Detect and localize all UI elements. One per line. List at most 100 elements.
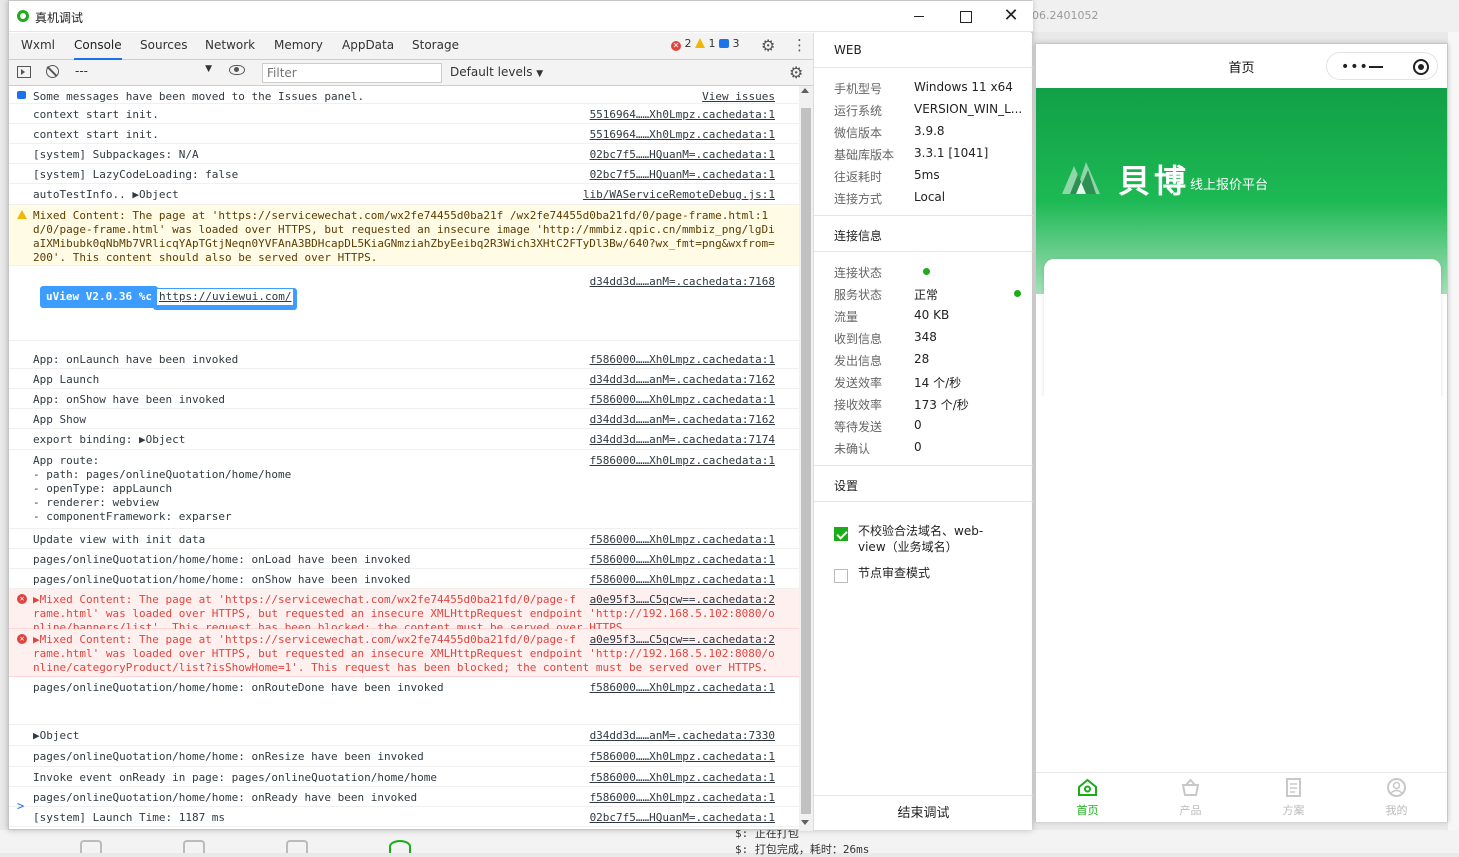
console-source-link[interactable]: f586000……Xh0Lmpz.cachedata:1 xyxy=(590,393,775,406)
console-log-row[interactable]: context start init. 5516964……Xh0Lmpz.cach… xyxy=(9,104,799,124)
console-source-link[interactable]: f586000……Xh0Lmpz.cachedata:1 xyxy=(590,791,775,804)
console-source-link[interactable]: f586000……Xh0Lmpz.cachedata:1 xyxy=(590,573,775,586)
scroll-down-arrow-icon[interactable] xyxy=(801,820,809,825)
node-inspect-checkbox[interactable] xyxy=(834,569,848,583)
console-log-row[interactable]: App Launch d34dd3d……anM=.cachedata:7162 xyxy=(9,369,799,389)
console-log-row[interactable]: autoTestInfo.. ▶Object lib/WAServiceRemot… xyxy=(9,184,799,205)
console-source-link[interactable]: lib/WAServiceRemoteDebug.js:1 xyxy=(583,188,775,201)
console-source-link[interactable]: f586000……Xh0Lmpz.cachedata:1 xyxy=(590,681,775,694)
console-settings-gear-icon[interactable]: ⚙ xyxy=(789,63,803,82)
console-log-row[interactable]: App Show d34dd3d……anM=.cachedata:7162 xyxy=(9,409,799,429)
uview-link-badge[interactable]: https://uviewui.com/ xyxy=(153,288,298,310)
console-log-row[interactable]: [system] Subpackages: N/A 02bc7f5……HQuanM… xyxy=(9,144,799,164)
connection-info-value: 0 xyxy=(914,418,922,432)
console-log-row[interactable]: pages/onlineQuotation/home/home: onResiz… xyxy=(9,746,799,767)
console-log-row[interactable]: pages/onlineQuotation/home/home: onLoad … xyxy=(9,549,799,569)
console-log-row[interactable]: pages/onlineQuotation/home/home: onRoute… xyxy=(9,677,799,725)
issue-counters[interactable]: ✕ 2 1 3 xyxy=(671,37,740,51)
console-message: ▶Object xyxy=(33,729,80,742)
console-log-row[interactable]: pages/onlineQuotation/home/home: onReady… xyxy=(9,787,799,807)
device-info-value: 5ms xyxy=(914,168,940,182)
console-log-row[interactable]: export binding: ▶Object d34dd3d……anM=.cac… xyxy=(9,429,799,450)
scroll-thumb[interactable] xyxy=(801,108,811,814)
console-source-link[interactable]: d34dd3d……anM=.cachedata:7330 xyxy=(590,729,775,742)
log-levels-dropdown[interactable]: Default levels ▼ xyxy=(450,65,543,79)
console-source-link[interactable]: 5516964……Xh0Lmpz.cachedata:1 xyxy=(590,128,775,141)
more-dots-icon[interactable]: ••• xyxy=(1341,59,1369,75)
filter-input[interactable] xyxy=(262,63,442,83)
console-error-row[interactable]: ✕ ▶Mixed Content: The page at 'https://se… xyxy=(9,589,799,634)
tab-sources[interactable]: Sources xyxy=(140,33,187,60)
web-section-title: WEB xyxy=(834,43,862,57)
console-source-link[interactable]: a0e95f3……C5qcw==.cachedata:2 xyxy=(590,633,775,646)
menu-capsule[interactable]: ••• xyxy=(1326,52,1438,80)
console-source-link[interactable]: View issues xyxy=(702,90,775,103)
live-expression-eye-icon[interactable] xyxy=(229,65,245,75)
uview-link[interactable]: https://uviewui.com/ xyxy=(157,289,294,305)
console-log-row[interactable]: App: onLaunch have been invoked f586000……… xyxy=(9,349,799,369)
console-log-row[interactable]: [system] Launch Time: 1187 ms 02bc7f5……HQ… xyxy=(9,807,799,827)
tab-products[interactable]: 产品 xyxy=(1139,773,1242,823)
console-source-link[interactable]: 02bc7f5……HQuanM=.cachedata:1 xyxy=(590,168,775,181)
minimize-button[interactable] xyxy=(907,5,931,27)
console-source-link[interactable]: d34dd3d……anM=.cachedata:7168 xyxy=(590,275,775,288)
tab-products-label: 产品 xyxy=(1179,804,1202,817)
scroll-up-arrow-icon[interactable] xyxy=(801,88,809,93)
tab-solutions[interactable]: 方案 xyxy=(1242,773,1345,823)
more-options-icon[interactable]: ⋮ xyxy=(792,36,807,54)
console-scrollbar[interactable] xyxy=(799,86,813,831)
console-message: pages/onlineQuotation/home/home: onShow … xyxy=(33,573,411,586)
console-source-link[interactable]: 5516964……Xh0Lmpz.cachedata:1 xyxy=(590,108,775,121)
end-debug-button[interactable]: 结束调试 xyxy=(814,795,1033,830)
console-log-row[interactable]: pages/onlineQuotation/home/home: onShow … xyxy=(9,569,799,589)
ide-background-strip xyxy=(1448,32,1459,853)
tab-appdata[interactable]: AppData xyxy=(342,33,394,60)
console-source-link[interactable]: 02bc7f5……HQuanM=.cachedata:1 xyxy=(590,811,775,824)
tab-console[interactable]: Console xyxy=(74,33,122,60)
console-source-link[interactable]: f586000……Xh0Lmpz.cachedata:1 xyxy=(590,553,775,566)
console-log-row[interactable]: App route: - path: pages/onlineQuotation… xyxy=(9,450,799,529)
console-log-row[interactable]: Invoke event onReady in page: pages/onli… xyxy=(9,767,799,787)
settings-gear-icon[interactable]: ⚙ xyxy=(761,36,775,55)
tab-home[interactable]: 首页 xyxy=(1036,773,1139,823)
tab-storage[interactable]: Storage xyxy=(412,33,459,60)
console-warning-row[interactable]: Mixed Content: The page at 'https://serv… xyxy=(9,205,799,266)
divider xyxy=(814,67,1033,68)
console-log-row[interactable]: context start init. 5516964……Xh0Lmpz.cach… xyxy=(9,124,799,144)
connection-info-key: 未确认 xyxy=(834,442,871,456)
console-source-link[interactable]: f586000……Xh0Lmpz.cachedata:1 xyxy=(590,353,775,366)
sidebar-toggle-icon[interactable] xyxy=(17,66,31,78)
service-status-dot xyxy=(1014,290,1021,297)
minimize-icon[interactable] xyxy=(1369,66,1383,68)
tab-network[interactable]: Network xyxy=(205,33,255,60)
console-log-row[interactable]: ▶Object d34dd3d……anM=.cachedata:7330 xyxy=(9,725,799,746)
console-log-row[interactable]: Update view with init data f586000……Xh0Lm… xyxy=(9,529,799,549)
console-source-link[interactable]: d34dd3d……anM=.cachedata:7174 xyxy=(590,433,775,446)
clear-console-icon[interactable] xyxy=(46,65,59,78)
console-source-link[interactable]: f586000……Xh0Lmpz.cachedata:1 xyxy=(590,533,775,546)
console-source-link[interactable]: f586000……Xh0Lmpz.cachedata:1 xyxy=(590,454,775,467)
divider xyxy=(814,215,1033,216)
connection-info-key: 接收效率 xyxy=(834,398,883,412)
logo-mountain-icon xyxy=(1062,162,1100,194)
tab-wxml[interactable]: Wxml xyxy=(21,33,55,60)
console-source-link[interactable]: d34dd3d……anM=.cachedata:7162 xyxy=(590,413,775,426)
close-button[interactable]: ✕ xyxy=(999,5,1023,27)
console-log-row[interactable]: Some messages have been moved to the Iss… xyxy=(9,86,799,104)
console-prompt[interactable]: > xyxy=(17,799,24,813)
console-source-link[interactable]: a0e95f3……C5qcw==.cachedata:2 xyxy=(590,593,775,606)
console-error-row[interactable]: ✕ ▶Mixed Content: The page at 'https://se… xyxy=(9,629,799,677)
brand-slogan: 线上报价平台 xyxy=(1190,178,1269,193)
console-log-row[interactable]: App: onShow have been invoked f586000……Xh… xyxy=(9,389,799,409)
tab-mine[interactable]: 我的 xyxy=(1345,773,1448,823)
tab-memory[interactable]: Memory xyxy=(274,33,323,60)
console-source-link[interactable]: f586000……Xh0Lmpz.cachedata:1 xyxy=(590,771,775,784)
close-record-icon[interactable] xyxy=(1413,59,1429,75)
console-source-link[interactable]: f586000……Xh0Lmpz.cachedata:1 xyxy=(590,750,775,763)
context-select[interactable]: --- ▼ xyxy=(75,64,212,82)
console-source-link[interactable]: d34dd3d……anM=.cachedata:7162 xyxy=(590,373,775,386)
maximize-button[interactable] xyxy=(953,5,977,27)
console-source-link[interactable]: 02bc7f5……HQuanM=.cachedata:1 xyxy=(590,148,775,161)
console-log-row[interactable]: [system] LazyCodeLoading: false 02bc7f5……… xyxy=(9,164,799,184)
skip-domain-check-checkbox[interactable] xyxy=(834,527,848,541)
